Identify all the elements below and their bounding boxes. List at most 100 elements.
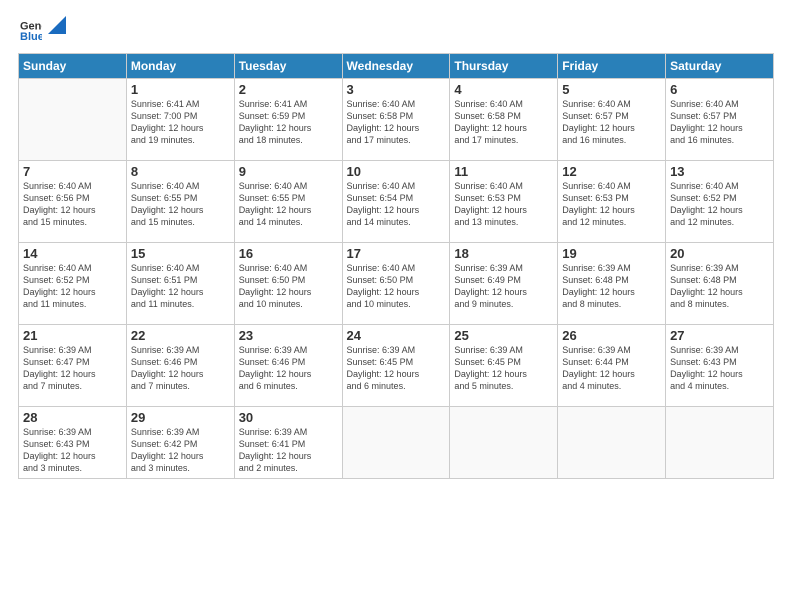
day-info: Sunrise: 6:40 AM Sunset: 6:55 PM Dayligh… [239, 180, 338, 229]
calendar-cell: 17Sunrise: 6:40 AM Sunset: 6:50 PM Dayli… [342, 243, 450, 325]
day-number: 12 [562, 164, 661, 179]
calendar-week-5: 28Sunrise: 6:39 AM Sunset: 6:43 PM Dayli… [19, 407, 774, 479]
day-info: Sunrise: 6:39 AM Sunset: 6:48 PM Dayligh… [562, 262, 661, 311]
day-info: Sunrise: 6:39 AM Sunset: 6:47 PM Dayligh… [23, 344, 122, 393]
calendar-cell [19, 79, 127, 161]
day-info: Sunrise: 6:39 AM Sunset: 6:43 PM Dayligh… [23, 426, 122, 475]
day-number: 19 [562, 246, 661, 261]
day-number: 26 [562, 328, 661, 343]
weekday-header-tuesday: Tuesday [234, 54, 342, 79]
day-number: 24 [347, 328, 446, 343]
calendar-cell: 1Sunrise: 6:41 AM Sunset: 7:00 PM Daylig… [126, 79, 234, 161]
day-info: Sunrise: 6:41 AM Sunset: 7:00 PM Dayligh… [131, 98, 230, 147]
calendar-cell: 11Sunrise: 6:40 AM Sunset: 6:53 PM Dayli… [450, 161, 558, 243]
calendar-cell: 10Sunrise: 6:40 AM Sunset: 6:54 PM Dayli… [342, 161, 450, 243]
calendar-cell [342, 407, 450, 479]
day-info: Sunrise: 6:40 AM Sunset: 6:57 PM Dayligh… [562, 98, 661, 147]
calendar-week-2: 7Sunrise: 6:40 AM Sunset: 6:56 PM Daylig… [19, 161, 774, 243]
day-number: 4 [454, 82, 553, 97]
day-info: Sunrise: 6:39 AM Sunset: 6:41 PM Dayligh… [239, 426, 338, 475]
calendar-cell: 19Sunrise: 6:39 AM Sunset: 6:48 PM Dayli… [558, 243, 666, 325]
day-number: 25 [454, 328, 553, 343]
calendar-week-3: 14Sunrise: 6:40 AM Sunset: 6:52 PM Dayli… [19, 243, 774, 325]
day-number: 13 [670, 164, 769, 179]
day-info: Sunrise: 6:40 AM Sunset: 6:52 PM Dayligh… [23, 262, 122, 311]
day-number: 8 [131, 164, 230, 179]
day-info: Sunrise: 6:40 AM Sunset: 6:53 PM Dayligh… [454, 180, 553, 229]
day-info: Sunrise: 6:39 AM Sunset: 6:42 PM Dayligh… [131, 426, 230, 475]
svg-text:Blue: Blue [20, 31, 42, 40]
day-number: 29 [131, 410, 230, 425]
day-number: 7 [23, 164, 122, 179]
day-info: Sunrise: 6:40 AM Sunset: 6:54 PM Dayligh… [347, 180, 446, 229]
calendar-cell: 24Sunrise: 6:39 AM Sunset: 6:45 PM Dayli… [342, 325, 450, 407]
calendar-cell: 21Sunrise: 6:39 AM Sunset: 6:47 PM Dayli… [19, 325, 127, 407]
weekday-header-wednesday: Wednesday [342, 54, 450, 79]
day-number: 15 [131, 246, 230, 261]
day-info: Sunrise: 6:39 AM Sunset: 6:48 PM Dayligh… [670, 262, 769, 311]
calendar-week-4: 21Sunrise: 6:39 AM Sunset: 6:47 PM Dayli… [19, 325, 774, 407]
day-number: 30 [239, 410, 338, 425]
logo: General Blue [18, 18, 66, 45]
day-info: Sunrise: 6:40 AM Sunset: 6:50 PM Dayligh… [347, 262, 446, 311]
calendar-cell: 20Sunrise: 6:39 AM Sunset: 6:48 PM Dayli… [666, 243, 774, 325]
calendar-cell: 4Sunrise: 6:40 AM Sunset: 6:58 PM Daylig… [450, 79, 558, 161]
day-info: Sunrise: 6:40 AM Sunset: 6:52 PM Dayligh… [670, 180, 769, 229]
calendar-cell: 5Sunrise: 6:40 AM Sunset: 6:57 PM Daylig… [558, 79, 666, 161]
calendar-cell: 23Sunrise: 6:39 AM Sunset: 6:46 PM Dayli… [234, 325, 342, 407]
calendar-cell: 9Sunrise: 6:40 AM Sunset: 6:55 PM Daylig… [234, 161, 342, 243]
day-number: 1 [131, 82, 230, 97]
day-info: Sunrise: 6:40 AM Sunset: 6:50 PM Dayligh… [239, 262, 338, 311]
day-number: 20 [670, 246, 769, 261]
day-number: 11 [454, 164, 553, 179]
day-number: 18 [454, 246, 553, 261]
day-number: 22 [131, 328, 230, 343]
day-number: 23 [239, 328, 338, 343]
day-number: 14 [23, 246, 122, 261]
day-info: Sunrise: 6:39 AM Sunset: 6:46 PM Dayligh… [239, 344, 338, 393]
calendar-cell: 27Sunrise: 6:39 AM Sunset: 6:43 PM Dayli… [666, 325, 774, 407]
day-info: Sunrise: 6:40 AM Sunset: 6:58 PM Dayligh… [347, 98, 446, 147]
calendar-cell: 30Sunrise: 6:39 AM Sunset: 6:41 PM Dayli… [234, 407, 342, 479]
weekday-header-sunday: Sunday [19, 54, 127, 79]
day-info: Sunrise: 6:41 AM Sunset: 6:59 PM Dayligh… [239, 98, 338, 147]
day-info: Sunrise: 6:40 AM Sunset: 6:53 PM Dayligh… [562, 180, 661, 229]
day-number: 16 [239, 246, 338, 261]
day-info: Sunrise: 6:40 AM Sunset: 6:57 PM Dayligh… [670, 98, 769, 147]
calendar-cell: 12Sunrise: 6:40 AM Sunset: 6:53 PM Dayli… [558, 161, 666, 243]
header: General Blue [18, 18, 774, 45]
day-info: Sunrise: 6:39 AM Sunset: 6:44 PM Dayligh… [562, 344, 661, 393]
calendar-cell: 22Sunrise: 6:39 AM Sunset: 6:46 PM Dayli… [126, 325, 234, 407]
logo-triangle-icon [48, 16, 66, 34]
calendar-cell: 2Sunrise: 6:41 AM Sunset: 6:59 PM Daylig… [234, 79, 342, 161]
day-number: 6 [670, 82, 769, 97]
calendar-cell: 15Sunrise: 6:40 AM Sunset: 6:51 PM Dayli… [126, 243, 234, 325]
day-info: Sunrise: 6:40 AM Sunset: 6:55 PM Dayligh… [131, 180, 230, 229]
day-number: 5 [562, 82, 661, 97]
calendar-cell: 3Sunrise: 6:40 AM Sunset: 6:58 PM Daylig… [342, 79, 450, 161]
day-info: Sunrise: 6:39 AM Sunset: 6:45 PM Dayligh… [454, 344, 553, 393]
day-info: Sunrise: 6:39 AM Sunset: 6:45 PM Dayligh… [347, 344, 446, 393]
day-number: 2 [239, 82, 338, 97]
day-info: Sunrise: 6:40 AM Sunset: 6:56 PM Dayligh… [23, 180, 122, 229]
calendar-cell: 29Sunrise: 6:39 AM Sunset: 6:42 PM Dayli… [126, 407, 234, 479]
page: General Blue SundayMondayTuesdayWe [0, 0, 792, 612]
calendar-cell [666, 407, 774, 479]
day-number: 27 [670, 328, 769, 343]
weekday-header-friday: Friday [558, 54, 666, 79]
weekday-header-thursday: Thursday [450, 54, 558, 79]
calendar-cell: 18Sunrise: 6:39 AM Sunset: 6:49 PM Dayli… [450, 243, 558, 325]
day-number: 28 [23, 410, 122, 425]
calendar-week-1: 1Sunrise: 6:41 AM Sunset: 7:00 PM Daylig… [19, 79, 774, 161]
day-number: 9 [239, 164, 338, 179]
calendar-cell [558, 407, 666, 479]
day-info: Sunrise: 6:40 AM Sunset: 6:51 PM Dayligh… [131, 262, 230, 311]
day-number: 17 [347, 246, 446, 261]
calendar-cell [450, 407, 558, 479]
calendar-cell: 7Sunrise: 6:40 AM Sunset: 6:56 PM Daylig… [19, 161, 127, 243]
calendar-cell: 26Sunrise: 6:39 AM Sunset: 6:44 PM Dayli… [558, 325, 666, 407]
day-info: Sunrise: 6:39 AM Sunset: 6:49 PM Dayligh… [454, 262, 553, 311]
logo-icon: General Blue [20, 18, 42, 40]
day-info: Sunrise: 6:40 AM Sunset: 6:58 PM Dayligh… [454, 98, 553, 147]
calendar-cell: 8Sunrise: 6:40 AM Sunset: 6:55 PM Daylig… [126, 161, 234, 243]
